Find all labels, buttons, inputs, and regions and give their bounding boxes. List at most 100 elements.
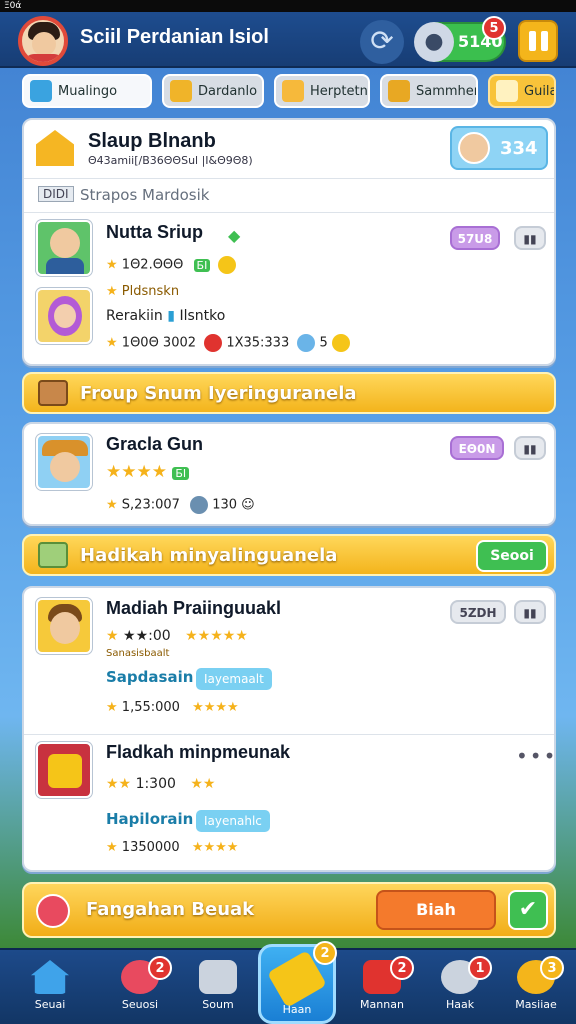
player-pfp-2[interactable] — [36, 288, 92, 344]
sync-button[interactable]: ⟳ — [360, 20, 404, 64]
row1-line3: Rerakiin ▮ Ilsntko — [106, 308, 226, 324]
puzzle-icon — [282, 80, 304, 102]
reward-row2-stat2: ★ 1350000 ★★★★ — [106, 840, 239, 855]
smile-icon: ☺ — [241, 497, 255, 513]
person-icon: ● — [414, 22, 454, 62]
reward-card: Madiah Praiinguuakl 5ZDH ▮▮ ★ ★★:00 ★★★★… — [22, 586, 556, 872]
top-bar: Sciil Perdanian Isiol ⟳ ● 5140 5 — [0, 12, 576, 68]
check-icon: ✔ — [518, 897, 538, 922]
quest-card: Gracla Gun EΘ0N ▮▮ ★★★★ БI ★ S,23:007 13… — [22, 422, 556, 526]
quest-pill[interactable]: EΘ0N — [450, 436, 504, 460]
claim-button[interactable]: Biah — [376, 890, 496, 930]
check-button[interactable]: ✔ — [508, 890, 548, 930]
player-avatar[interactable] — [18, 16, 68, 66]
star-icon: ★★ — [106, 776, 132, 792]
reward-row1-sub: Sanasisbaalt — [106, 648, 170, 659]
section-tag: DIDI — [38, 186, 74, 202]
player-subtitle: Θ43amii[/Β36ΘΘSul |I&Θ9Θ8) — [88, 154, 253, 167]
friends-badge: 5 — [482, 16, 506, 40]
tab-bar: Mualingo Dardanlo Herptetn Sammhen Guila — [22, 74, 562, 110]
chest-icon — [170, 80, 192, 102]
reward-row1-chip[interactable]: Iayemaalt — [196, 668, 272, 690]
reward-button[interactable]: Seooi — [476, 540, 548, 572]
avatar-icon — [458, 132, 490, 164]
book-icon: ▮ — [167, 308, 175, 324]
more-icon[interactable]: ••• — [516, 744, 554, 768]
star-icon: ★★★★ — [192, 700, 239, 715]
claim-text: Fangahan Beuak — [86, 899, 255, 920]
coin-icon — [331, 334, 350, 352]
claim-bar: Fangahan Beuak Biah ✔ — [22, 882, 556, 938]
crate-icon — [38, 380, 68, 406]
tab-guila[interactable]: Guila — [488, 74, 556, 108]
pause-icon — [529, 31, 536, 51]
reward-row2-link[interactable]: Hapilorain — [106, 810, 193, 828]
treasure-icon — [388, 80, 410, 102]
home-icon — [31, 960, 69, 994]
quest-stat: ★ S,23:007 130 ☺ — [106, 496, 255, 514]
player-name: Slaup Blnanb — [88, 130, 216, 152]
nav-chat[interactable]: Seuosi 2 — [108, 956, 172, 1020]
gamepad-icon — [199, 960, 237, 994]
reward-pfp-2[interactable] — [36, 742, 92, 798]
reward-pfp-1[interactable] — [36, 598, 92, 654]
star-icon: ★★★★ — [106, 462, 167, 482]
star-icon: ★★★★ — [191, 840, 239, 855]
reward-row1-link[interactable]: Sapdasain — [106, 668, 193, 686]
star-icon: ★ — [106, 257, 118, 273]
nav-home[interactable]: Seuai — [18, 956, 82, 1020]
section-label: Strapos Mardosik — [80, 186, 210, 204]
tab-mualingo[interactable]: Mualingo — [22, 74, 152, 108]
shield-icon — [190, 496, 209, 514]
reward-banner: Hadikah minyalinguanela Seooi — [22, 534, 556, 576]
nav-settings[interactable]: Masiiae 3 — [504, 956, 568, 1020]
star-icon: ★ — [106, 700, 118, 715]
reward-row1-stat: ★ ★★:00 ★★★★★ — [106, 628, 248, 644]
tab-herptetn[interactable]: Herptetn — [274, 74, 370, 108]
reward-row1-menu[interactable]: ▮▮ — [514, 600, 546, 624]
reward-row1-name: Madiah Praiinguuakl — [106, 598, 282, 618]
row1-line4: ★ 1Θ0Θ 3002 1Х35:333 5 — [106, 334, 350, 352]
bottom-nav: Seuai Seuosi 2 Soum Haan 2 Mannan 2 Haak… — [0, 941, 576, 1024]
house-icon — [36, 130, 74, 166]
star-icon: ★★★★★ — [185, 628, 248, 644]
shield-icon — [297, 334, 316, 352]
gem-icon: ◆ — [228, 226, 241, 245]
score-box[interactable]: 334 — [450, 126, 548, 170]
status-bar: Ξ0ά — [0, 0, 576, 12]
star-icon: ★ — [106, 335, 118, 351]
star-icon: ★ — [106, 628, 119, 644]
game-title: Sciil Perdanian Isiol — [80, 26, 269, 48]
row1-menu-button[interactable]: ▮▮ — [514, 226, 546, 250]
reward-row2-chip[interactable]: Iayenahlc — [196, 810, 270, 832]
player-card: Slaup Blnanb Θ43amii[/Β36ΘΘSul |I&Θ9Θ8) … — [22, 118, 556, 366]
feather-icon — [36, 894, 70, 928]
player-pfp-1[interactable] — [36, 220, 92, 276]
tab-sammhen[interactable]: Sammhen — [380, 74, 478, 108]
reward-row2-stat: ★★ 1:300 ★★ — [106, 776, 216, 792]
house-icon — [496, 80, 518, 102]
nav-search[interactable]: Haak 1 — [428, 956, 492, 1020]
refresh-icon: ⟳ — [370, 24, 394, 57]
nav-games[interactable]: Soum — [186, 956, 250, 1020]
reward-row2-name: Fladkah minpmeunak — [106, 742, 291, 762]
reward-row1-stat2: ★ 1,55:000 ★★★★ — [106, 700, 239, 715]
nav-camera[interactable]: Mannan 2 — [350, 956, 414, 1020]
block-icon — [38, 542, 68, 568]
row1-name: Nutta Sriup — [106, 222, 203, 242]
star-icon: ★ — [106, 497, 118, 513]
quest-pfp[interactable] — [36, 434, 92, 490]
reward-row1-pill[interactable]: 5ZDH — [450, 600, 506, 624]
quest-menu-button[interactable]: ▮▮ — [514, 436, 546, 460]
pause-button[interactable] — [518, 20, 558, 62]
nav-create[interactable]: Haan 2 — [258, 941, 337, 1024]
star-icon: ★★ — [190, 776, 216, 792]
coin-icon — [218, 256, 237, 274]
score-value: 334 — [500, 138, 538, 159]
tab-dardanlo[interactable]: Dardanlo — [162, 74, 264, 108]
row1-pill[interactable]: 57U8 — [450, 226, 500, 250]
row1-line2: ★ Pldsnskn — [106, 284, 180, 299]
fire-icon — [204, 334, 223, 352]
star-icon: ★ — [106, 840, 118, 855]
group-banner[interactable]: Froup Snum Iyeringuranela — [22, 372, 556, 414]
